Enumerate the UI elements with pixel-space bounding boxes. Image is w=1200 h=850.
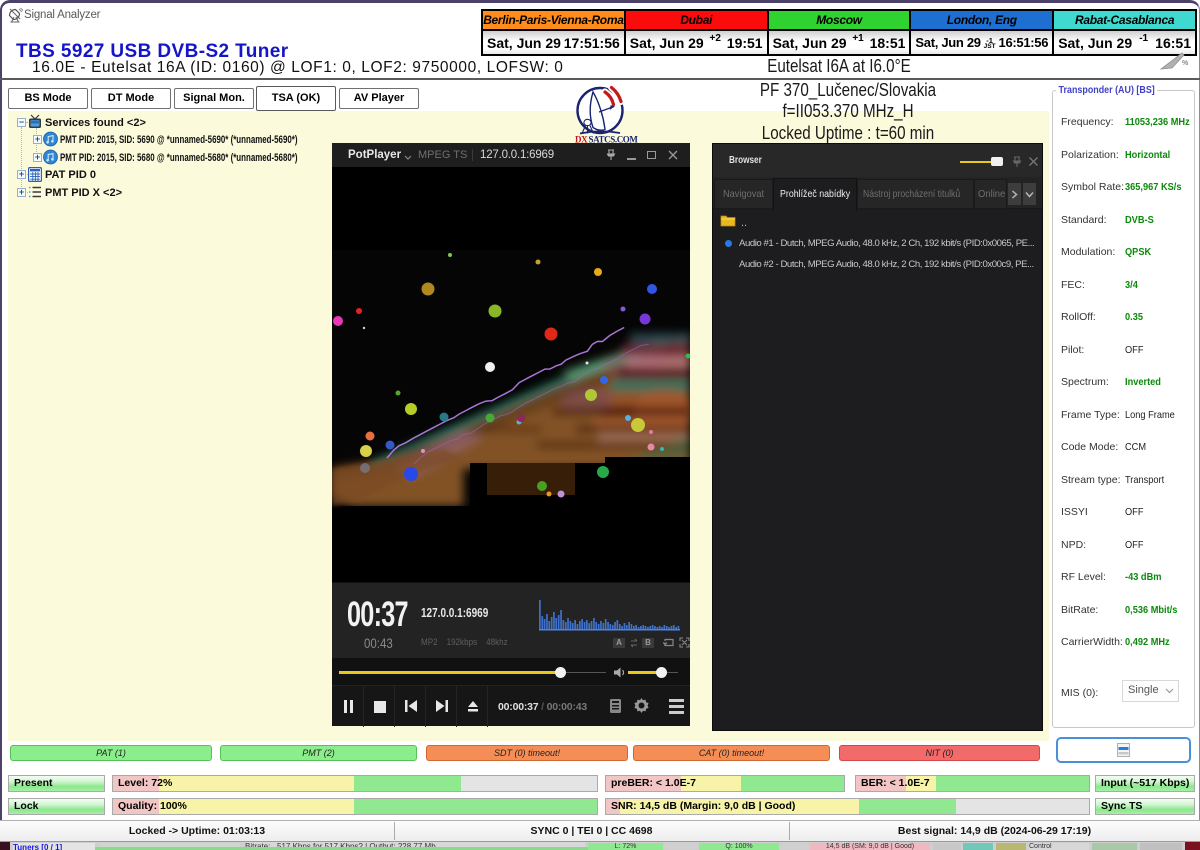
svg-text:%: % — [1182, 60, 1189, 67]
